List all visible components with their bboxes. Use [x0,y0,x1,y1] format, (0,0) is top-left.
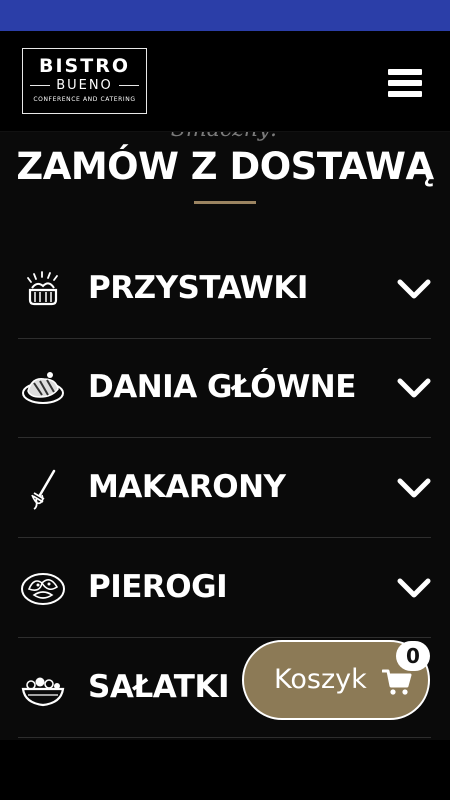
logo-subname-row: BUENO [23,78,146,93]
chevron-down-icon[interactable] [397,375,431,401]
category-row-dania-glowne[interactable]: DANIA GŁÓWNE [18,339,431,438]
chevron-down-icon[interactable] [397,276,431,302]
logo[interactable]: BISTRO BUENO CONFERENCE AND CATERING [22,48,147,114]
category-label: SAŁATKI [88,669,230,705]
bottom-area [0,740,450,800]
chevron-down-icon[interactable] [397,575,431,601]
category-row-makarony[interactable]: MAKARONY [18,439,431,538]
main-dish-icon [22,372,64,404]
title-underline [194,201,256,204]
category-row-pierogi[interactable]: PIEROGI [18,539,431,638]
salad-icon [21,677,65,707]
chevron-down-icon[interactable] [397,475,431,501]
category-row-przystawki[interactable]: PRZYSTAWKI [18,240,431,339]
cart-icon [382,669,412,695]
category-label: MAKARONY [88,469,286,505]
category-label: PRZYSTAWKI [88,270,308,306]
cart-count-badge: 0 [396,641,430,671]
category-label: PIEROGI [88,569,228,605]
cut-off-heading: Smaczny! [0,131,450,142]
appetizer-icon [27,271,58,306]
logo-subname: BUENO [56,78,113,93]
site-header: BISTRO BUENO CONFERENCE AND CATERING [0,31,450,132]
logo-line-left [30,85,51,86]
cart-label: Koszyk [274,664,367,695]
pasta-fork-icon [31,469,56,510]
hamburger-menu-icon[interactable] [388,69,422,97]
category-label: DANIA GŁÓWNE [88,369,356,405]
page-title: ZAMÓW Z DOSTAWĄ [16,145,434,188]
status-bar [0,0,450,31]
logo-name: BISTRO [39,55,130,77]
logo-line-right [118,85,139,86]
dumplings-icon [21,573,65,605]
logo-tagline: CONFERENCE AND CATERING [33,96,136,103]
